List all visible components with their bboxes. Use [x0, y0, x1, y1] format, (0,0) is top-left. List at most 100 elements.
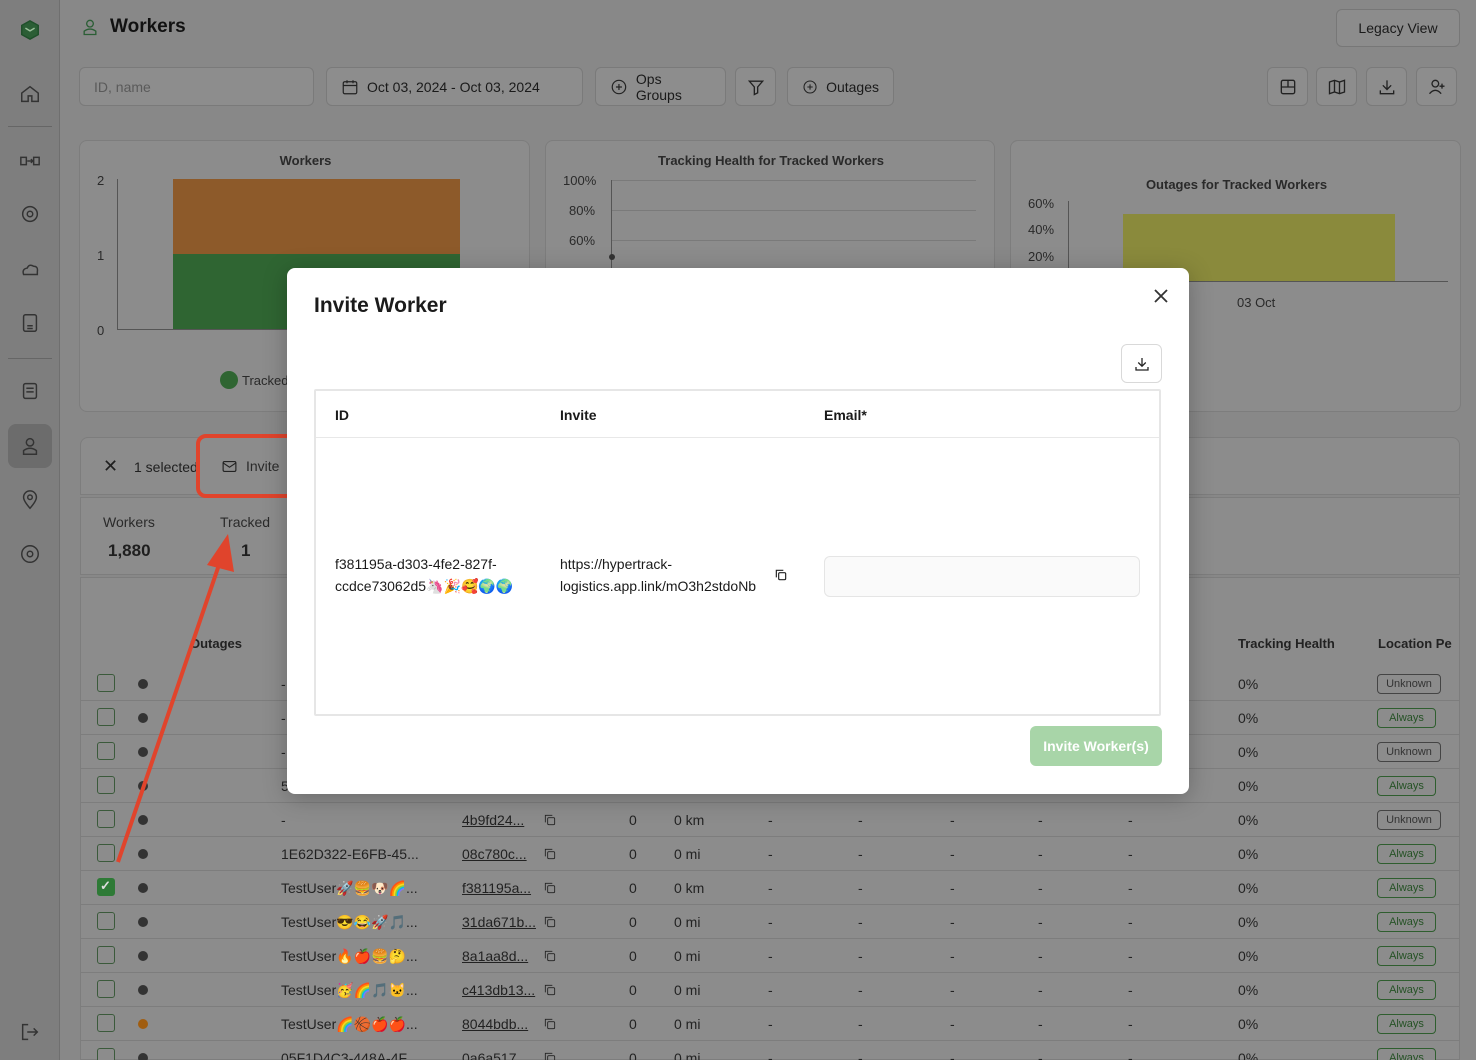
worker-id-link[interactable]: 8a1aa8d...	[462, 948, 528, 964]
copy-icon[interactable]	[543, 983, 557, 997]
stat-workers-value: 1,880	[108, 541, 151, 560]
column-header-location-permission[interactable]: Location Pe	[1378, 636, 1452, 651]
worker-name[interactable]: TestUser😎😂🚀🎵...	[281, 914, 418, 931]
copy-icon[interactable]	[543, 949, 557, 963]
download-icon	[1134, 357, 1149, 371]
empty-cell: -	[768, 812, 773, 828]
copy-icon[interactable]	[543, 1017, 557, 1031]
permission-badge: Unknown	[1377, 742, 1441, 762]
row-checkbox[interactable]	[97, 776, 115, 794]
column-header-outages[interactable]: Outages	[190, 636, 242, 651]
cloud-user-icon[interactable]	[8, 247, 52, 291]
worker-name[interactable]: 05F1D4C3-448A-4F...	[281, 1050, 417, 1060]
worker-name[interactable]: TestUser🌈🏀🍎🍎...	[281, 1016, 418, 1033]
row-checkbox[interactable]	[97, 674, 115, 692]
worker-id-link[interactable]: f381195a...	[462, 880, 531, 896]
outages-button[interactable]: Outages	[787, 67, 894, 106]
row-checkbox[interactable]	[97, 810, 115, 828]
empty-cell: -	[858, 982, 863, 998]
empty-cell: -	[950, 812, 955, 828]
row-checkbox[interactable]	[97, 708, 115, 726]
home-icon[interactable]	[8, 72, 52, 116]
row-checkbox[interactable]	[97, 844, 115, 862]
column-header-id: ID	[335, 407, 349, 423]
empty-cell: -	[950, 846, 955, 862]
legacy-view-button[interactable]: Legacy View	[1336, 9, 1460, 47]
row-checkbox[interactable]	[97, 1048, 115, 1060]
app-logo-icon[interactable]	[8, 8, 52, 52]
copy-icon[interactable]	[543, 813, 557, 827]
copy-icon[interactable]	[543, 847, 557, 861]
list-icon[interactable]	[8, 369, 52, 413]
table-row[interactable]: TestUser🔥🍎🍔🤔... 8a1aa8d... 0 0 mi - - - - - 0% Alw…	[80, 939, 1460, 973]
selected-count: 1 selected	[134, 459, 198, 475]
search-input[interactable]: ID, name	[79, 67, 314, 106]
worker-id-link[interactable]: 8044bdb...	[462, 1016, 528, 1032]
worker-name[interactable]: -	[281, 710, 286, 726]
table-row[interactable]: 05F1D4C3-448A-4F... 0a6a517... 0 0 mi - - - - - 0…	[80, 1041, 1460, 1060]
table-row[interactable]: TestUser🌈🏀🍎🍎... 8044bdb... 0 0 mi - - - - - 0% Alw…	[80, 1007, 1460, 1041]
date-range-picker[interactable]: Oct 03, 2024 - Oct 03, 2024	[326, 67, 583, 106]
stat-tracked-label: Tracked	[220, 514, 271, 530]
row-checkbox[interactable]	[97, 980, 115, 998]
download-button[interactable]	[1121, 344, 1162, 383]
permission-badge: Always	[1377, 844, 1436, 864]
map-button[interactable]	[1316, 67, 1357, 106]
worker-icon	[83, 19, 97, 36]
close-button[interactable]	[1151, 286, 1171, 306]
table-row[interactable]: 1E62D322-E6FB-45... 08c780c... 0 0 mi - - - - - 0…	[80, 837, 1460, 871]
filter-button[interactable]	[735, 67, 776, 106]
add-worker-button[interactable]	[1416, 67, 1457, 106]
status-dot	[138, 883, 148, 893]
column-header-invite: Invite	[560, 407, 597, 423]
column-header-tracking-health[interactable]: Tracking Health	[1238, 636, 1335, 651]
y-tick-label: 80%	[569, 203, 596, 218]
status-dot	[138, 747, 148, 757]
plus-circle-icon	[611, 79, 627, 94]
empty-cell: -	[1038, 1016, 1043, 1032]
map-icon	[1328, 78, 1345, 95]
invite-workers-button[interactable]: Invite Worker(s)	[1030, 726, 1162, 766]
workers-icon[interactable]	[8, 424, 52, 468]
table-row[interactable]: - 4b9fd24... 0 0 km - - - - - 0% Unknown	[80, 803, 1460, 837]
worker-id-link[interactable]: 4b9fd24...	[462, 812, 524, 828]
table-row[interactable]: TestUser🥳🌈🎵🐱... c413db13... 0 0 mi - - - - - 0% Al…	[80, 973, 1460, 1007]
location-pin-icon[interactable]	[8, 478, 52, 522]
row-checkbox[interactable]	[97, 742, 115, 760]
worker-name[interactable]: -	[281, 676, 286, 692]
copy-icon[interactable]	[543, 1051, 557, 1060]
row-checkbox[interactable]	[97, 878, 115, 896]
worker-name[interactable]: -	[281, 812, 286, 828]
email-field[interactable]	[824, 556, 1140, 597]
worker-name[interactable]: 1E62D322-E6FB-45...	[281, 846, 419, 862]
layout-button[interactable]	[1267, 67, 1308, 106]
tracking-health-value: 0%	[1238, 676, 1259, 692]
worker-name[interactable]: TestUser🔥🍎🍔🤔...	[281, 948, 418, 965]
empty-cell: -	[1038, 812, 1043, 828]
copy-icon[interactable]	[543, 915, 557, 929]
worker-name[interactable]: TestUser🥳🌈🎵🐱...	[281, 982, 418, 999]
logout-icon[interactable]	[8, 1010, 52, 1054]
row-checkbox[interactable]	[97, 1014, 115, 1032]
worker-id-link[interactable]: 31da671b...	[462, 914, 536, 930]
row-checkbox[interactable]	[97, 946, 115, 964]
worker-name[interactable]: TestUser🚀🍔🐶🌈...	[281, 880, 418, 897]
clear-selection-icon[interactable]: ✕	[103, 456, 118, 477]
worker-id-link[interactable]: 0a6a517...	[462, 1050, 528, 1060]
worker-name[interactable]: -	[281, 744, 286, 760]
ops-groups-button[interactable]: Ops Groups	[595, 67, 726, 106]
network-icon[interactable]	[8, 532, 52, 576]
row-checkbox[interactable]	[97, 912, 115, 930]
worker-id-link[interactable]: 08c780c...	[462, 846, 527, 862]
copy-icon[interactable]	[543, 881, 557, 895]
gear-icon[interactable]	[8, 192, 52, 236]
empty-cell: -	[858, 914, 863, 930]
copy-icon[interactable]	[774, 568, 788, 582]
table-row[interactable]: TestUser🚀🍔🐶🌈... f381195a... 0 0 km - - - - - 0% Al…	[80, 871, 1460, 905]
table-row[interactable]: TestUser😎😂🚀🎵... 31da671b... 0 0 mi - - - - - 0% Al…	[80, 905, 1460, 939]
routes-icon[interactable]	[8, 139, 52, 183]
download-button[interactable]	[1366, 67, 1407, 106]
trips-count: 0	[629, 846, 637, 862]
document-icon[interactable]	[8, 301, 52, 345]
worker-id-link[interactable]: c413db13...	[462, 982, 535, 998]
